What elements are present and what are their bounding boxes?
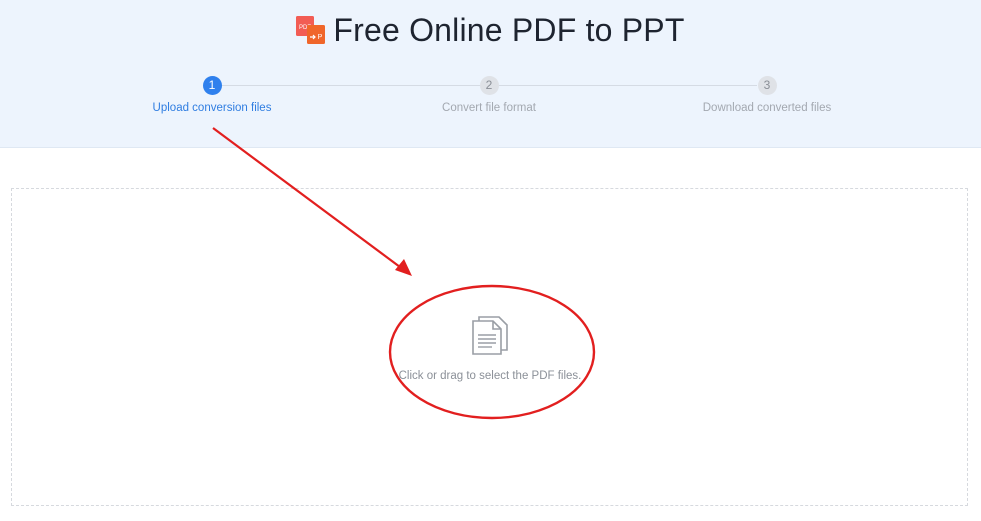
- step-convert: 2 Convert file format: [389, 76, 589, 114]
- page: PDF P Free Online PDF to PPT 1 Upload co…: [0, 0, 981, 521]
- step-upload: 1 Upload conversion files: [112, 76, 312, 114]
- title-row: PDF P Free Online PDF to PPT: [0, 8, 981, 52]
- header: PDF P Free Online PDF to PPT 1 Upload co…: [0, 0, 981, 148]
- document-icon[interactable]: [470, 312, 510, 356]
- step-download: 3 Download converted files: [667, 76, 867, 114]
- logo-p-text: P: [318, 34, 323, 41]
- step-1-number: 1: [202, 76, 222, 95]
- step-3-label: Download converted files: [702, 102, 832, 114]
- step-3-number: 3: [757, 76, 777, 95]
- step-2-label: Convert file format: [442, 102, 536, 114]
- step-1-label: Upload conversion files: [152, 102, 272, 114]
- step-2-number: 2: [479, 76, 499, 95]
- page-title: Free Online PDF to PPT: [333, 11, 685, 48]
- pdf-to-ppt-icon: PDF P: [296, 16, 326, 44]
- steps-progress: 1 Upload conversion files 2 Convert file…: [0, 76, 981, 126]
- upload-prompt[interactable]: Click or drag to select the PDF files.: [395, 370, 585, 382]
